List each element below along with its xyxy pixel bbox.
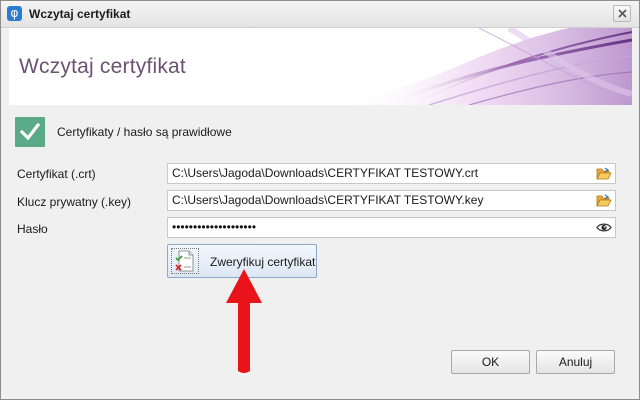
ok-button[interactable]: OK: [451, 350, 530, 374]
window-title: Wczytaj certyfikat: [29, 7, 131, 21]
document-check-icon: [175, 250, 194, 272]
certificate-path-field[interactable]: C:\Users\Jagoda\Downloads\CERTYFIKAT TES…: [167, 163, 616, 184]
dialog-window: φ Wczytaj certyfikat Wczytaj certyfikat …: [0, 0, 640, 400]
private-key-label: Klucz prywatny (.key): [17, 195, 132, 209]
password-field[interactable]: ••••••••••••••••••••: [167, 217, 616, 238]
password-label: Hasło: [17, 222, 48, 236]
dialog-content: Certyfikaty / hasło są prawidłowe Certyf…: [9, 105, 632, 392]
close-icon: [618, 9, 627, 18]
cancel-button[interactable]: Anuluj: [536, 350, 615, 374]
verify-icon-frame: [171, 248, 199, 274]
red-arrow-up-icon: [226, 269, 262, 373]
password-masked-value: ••••••••••••••••••••: [172, 220, 257, 234]
status-message: Certyfikaty / hasło są prawidłowe: [57, 125, 232, 139]
eye-icon[interactable]: [596, 220, 612, 235]
header-banner: Wczytaj certyfikat: [9, 28, 632, 105]
header-title: Wczytaj certyfikat: [19, 55, 186, 78]
private-key-path-value: C:\Users\Jagoda\Downloads\CERTYFIKAT TES…: [172, 193, 484, 207]
close-button[interactable]: [613, 5, 631, 22]
folder-open-icon[interactable]: [596, 166, 612, 181]
title-bar: φ Wczytaj certyfikat: [1, 1, 639, 28]
folder-open-icon[interactable]: [596, 193, 612, 208]
private-key-path-field[interactable]: C:\Users\Jagoda\Downloads\CERTYFIKAT TES…: [167, 190, 616, 211]
checkmark-icon: [15, 117, 45, 147]
phi-icon: φ: [7, 6, 22, 21]
certificate-path-value: C:\Users\Jagoda\Downloads\CERTYFIKAT TES…: [172, 166, 479, 180]
certificate-label: Certyfikat (.crt): [17, 167, 96, 181]
